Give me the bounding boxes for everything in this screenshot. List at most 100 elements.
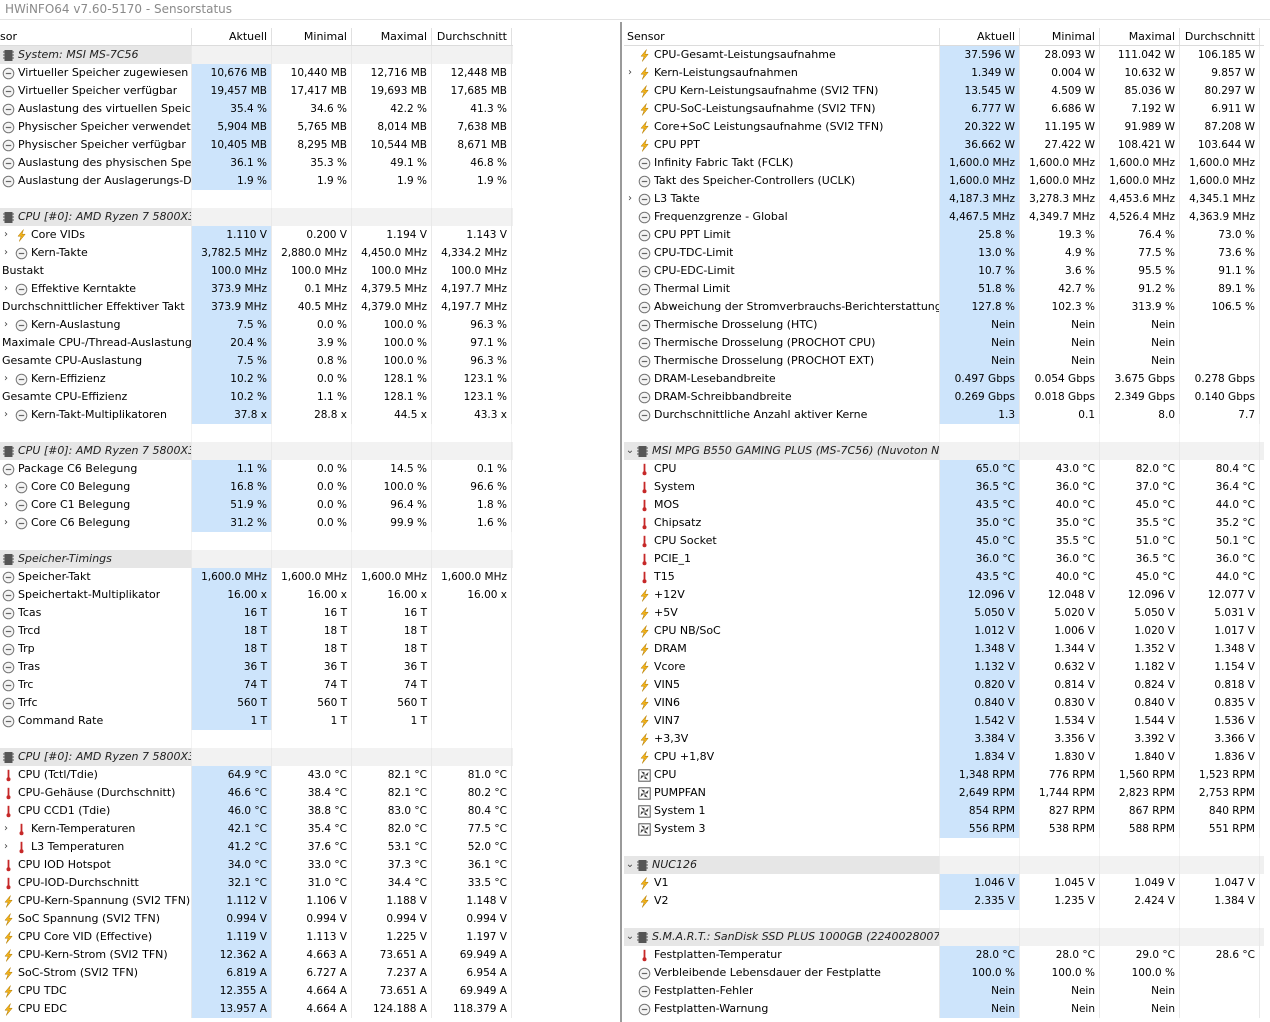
- chevron-down-icon[interactable]: ⌄: [624, 856, 636, 874]
- sensor-row[interactable]: Infinity Fabric Takt (FCLK) 1,600.0 MHz 1,…: [624, 154, 1264, 172]
- sensor-row[interactable]: Auslastung der Auslagerungs-Datei1.9 %1.…: [0, 172, 513, 190]
- sensor-row[interactable]: CPU (Tctl/Tdie) 64.9 °C 43.0 °C 82.1 °C 81.0…: [0, 766, 513, 784]
- sensor-row[interactable]: CPU TDC 12.355 A 4.664 A 73.651 A 69.949 A: [0, 982, 513, 1000]
- sensor-row[interactable]: DRAM 1.348 V 1.344 V 1.352 V 1.348 V: [624, 640, 1264, 658]
- sensor-group-row[interactable]: CPU [#0]: AMD Ryzen 7 5800X3D: [0, 208, 513, 226]
- sensor-row[interactable]: CPU 65.0 °C 43.0 °C 82.0 °C 80.4 °C: [624, 460, 1264, 478]
- sensor-row[interactable]: Core+SoC Leistungsaufnahme (SVI2 TFN) 20.…: [624, 118, 1264, 136]
- sensor-row[interactable]: Frequenzgrenze - Global 4,467.5 MHz 4,349.…: [624, 208, 1264, 226]
- sensor-row[interactable]: Physischer Speicher verfügbar 10,405 MB 8,…: [0, 136, 513, 154]
- sensor-row[interactable]: › Core C1 Belegung 51.9 % 0.0 % 96.4 % 1.8 %: [0, 496, 513, 514]
- sensor-row[interactable]: CPU-Kern-Strom (SVI2 TFN) 12.362 A 4.663 A…: [0, 946, 513, 964]
- sensor-row[interactable]: › Effektive Kerntakte 373.9 MHz 0.1 MHz 4,37…: [0, 280, 513, 298]
- sensor-row[interactable]: Abweichung der Stromverbrauchs-Berichter…: [624, 298, 1264, 316]
- sensor-row[interactable]: Takt des Speicher-Controllers (UCLK) 1,60…: [624, 172, 1264, 190]
- sensor-group-row[interactable]: ⌄ MSI MPG B550 GAMING PLUS (MS-7C56) (Nuv…: [624, 442, 1264, 460]
- chevron-down-icon[interactable]: ⌄: [624, 928, 636, 946]
- sensor-row[interactable]: › Kern-Takt-Multiplikatoren 37.8 x 28.8 x 44…: [0, 406, 513, 424]
- sensor-row[interactable]: Virtueller Speicher zugewiesen 10,676 MB 1…: [0, 64, 513, 82]
- sensor-row[interactable]: CPU-Gesamt-Leistungsaufnahme 37.596 W 28.0…: [624, 46, 1264, 64]
- sensor-row[interactable]: › L3 Temperaturen 41.2 °C 37.6 °C 53.1 °C 52.…: [0, 838, 513, 856]
- sensor-row[interactable]: CPU PPT 36.662 W 27.422 W 108.421 W 103.644 …: [624, 136, 1264, 154]
- chevron-down-icon[interactable]: ⌄: [624, 442, 636, 460]
- sensor-row[interactable]: Command Rate 1 T1 T1 T: [0, 712, 513, 730]
- chevron-right-icon[interactable]: ›: [0, 514, 12, 532]
- sensor-table-right[interactable]: Sensor Aktuell Minimal Maximal Durchschn…: [624, 28, 1264, 1022]
- sensor-row[interactable]: CPU Kern-Leistungsaufnahme (SVI2 TFN) 13.…: [624, 82, 1264, 100]
- sensor-row[interactable]: › Kern-Takte 3,782.5 MHz 2,880.0 MHz 4,450.0…: [0, 244, 513, 262]
- sensor-row[interactable]: Trcd 18 T 18 T 18 T: [0, 622, 513, 640]
- sensor-row[interactable]: CPU PPT Limit 25.8 % 19.3 % 76.4 % 73.0 %: [624, 226, 1264, 244]
- sensor-row[interactable]: VIN7 1.542 V 1.534 V 1.544 V 1.536 V: [624, 712, 1264, 730]
- sensor-row[interactable]: CPU IOD Hotspot 34.0 °C 33.0 °C 37.3 °C 36.1…: [0, 856, 513, 874]
- sensor-row[interactable]: T15 43.5 °C 40.0 °C 45.0 °C 44.0 °C: [624, 568, 1264, 586]
- sensor-row[interactable]: Tras 36 T 36 T 36 T: [0, 658, 513, 676]
- col-header-average[interactable]: Durchschnitt: [1180, 28, 1260, 45]
- chevron-right-icon[interactable]: ›: [0, 316, 12, 334]
- pane-splitter[interactable]: [620, 22, 622, 1022]
- sensor-row[interactable]: Trp 18 T 18 T 18 T: [0, 640, 513, 658]
- sensor-row[interactable]: Speicher-Takt 1,600.0 MHz 1,600.0 MHz 1,600…: [0, 568, 513, 586]
- chevron-right-icon[interactable]: ›: [624, 190, 636, 208]
- sensor-row[interactable]: › Kern-Effizienz 10.2 % 0.0 % 128.1 % 123.1 %: [0, 370, 513, 388]
- sensor-row[interactable]: Thermal Limit 51.8 % 42.7 % 91.2 % 89.1 %: [624, 280, 1264, 298]
- sensor-row[interactable]: CPU 1,348 RPM 776 RPM 1,560 RPM 1,523 RPM: [624, 766, 1264, 784]
- sensor-row[interactable]: Durchschnittlicher Effektiver Takt 373.9 …: [0, 298, 513, 316]
- sensor-row[interactable]: DRAM-Lesebandbreite 0.497 Gbps 0.054 Gbps 3…: [624, 370, 1264, 388]
- sensor-row[interactable]: Thermische Drosselung (PROCHOT CPU) Nein N…: [624, 334, 1264, 352]
- sensor-row[interactable]: CPU-Kern-Spannung (SVI2 TFN) 1.112 V 1.106…: [0, 892, 513, 910]
- sensor-row[interactable]: Verbleibende Lebensdauer der Festplatte 1…: [624, 964, 1264, 982]
- sensor-row[interactable]: Bustakt 100.0 MHz 100.0 MHz 100.0 MHz 100.0 …: [0, 262, 513, 280]
- sensor-row[interactable]: › Kern-Leistungsaufnahmen 1.349 W 0.004 W 10…: [624, 64, 1264, 82]
- sensor-group-row[interactable]: CPU [#0]: AMD Ryzen 7 5800X3...: [0, 748, 513, 766]
- col-header-sensor[interactable]: Sensor: [624, 28, 940, 45]
- sensor-row[interactable]: Auslastung des virtuellen Speichers35.4 …: [0, 100, 513, 118]
- chevron-right-icon[interactable]: ›: [0, 226, 12, 244]
- sensor-row[interactable]: Tcas 16 T 16 T 16 T: [0, 604, 513, 622]
- chevron-right-icon[interactable]: ›: [0, 478, 12, 496]
- sensor-row[interactable]: Auslastung des physischen Speic...36.1 %…: [0, 154, 513, 172]
- sensor-row[interactable]: › Core VIDs 1.110 V 0.200 V 1.194 V 1.143 V: [0, 226, 513, 244]
- sensor-row[interactable]: +3,3V 3.384 V 3.356 V 3.392 V 3.366 V: [624, 730, 1264, 748]
- sensor-row[interactable]: Maximale CPU-/Thread-Auslastung 20.4 % 3.9…: [0, 334, 513, 352]
- sensor-row[interactable]: Festplatten-Warnung Nein Nein Nein: [624, 1000, 1264, 1018]
- sensor-row[interactable]: V1 1.046 V 1.045 V 1.049 V 1.047 V: [624, 874, 1264, 892]
- sensor-row[interactable]: Gesamte CPU-Auslastung 7.5 % 0.8 % 100.0 % 9…: [0, 352, 513, 370]
- sensor-row[interactable]: Virtueller Speicher verfügbar 19,457 MB 17…: [0, 82, 513, 100]
- sensor-row[interactable]: Durchschnittliche Anzahl aktiver Kerne 1.…: [624, 406, 1264, 424]
- sensor-row[interactable]: +5V 5.050 V 5.020 V 5.050 V 5.031 V: [624, 604, 1264, 622]
- sensor-row[interactable]: › L3 Takte 4,187.3 MHz 3,278.3 MHz 4,453.6 M…: [624, 190, 1264, 208]
- sensor-row[interactable]: Package C6 Belegung 1.1 % 0.0 % 14.5 % 0.1 %: [0, 460, 513, 478]
- sensor-row[interactable]: PUMPFAN 2,649 RPM 1,744 RPM 2,823 RPM 2,753 …: [624, 784, 1264, 802]
- col-header-sensor[interactable]: sor: [0, 28, 192, 45]
- sensor-row[interactable]: Physischer Speicher verwendet 5,904 MB 5,7…: [0, 118, 513, 136]
- sensor-row[interactable]: Chipsatz 35.0 °C 35.0 °C 35.5 °C 35.2 °C: [624, 514, 1264, 532]
- chevron-right-icon[interactable]: ›: [0, 244, 12, 262]
- sensor-row[interactable]: CPU-EDC-Limit 10.7 % 3.6 % 95.5 % 91.1 %: [624, 262, 1264, 280]
- sensor-row[interactable]: › Kern-Temperaturen 42.1 °C 35.4 °C 82.0 °C 7…: [0, 820, 513, 838]
- sensor-row[interactable]: System 3 556 RPM 538 RPM 588 RPM 551 RPM: [624, 820, 1264, 838]
- chevron-right-icon[interactable]: ›: [0, 838, 12, 856]
- sensor-row[interactable]: CPU NB/SoC 1.012 V 1.006 V 1.020 V 1.017 V: [624, 622, 1264, 640]
- sensor-row[interactable]: Festplatten-Fehler Nein Nein Nein: [624, 982, 1264, 1000]
- sensor-group-row[interactable]: CPU [#0]: AMD Ryzen 7 5800X3...: [0, 442, 513, 460]
- sensor-row[interactable]: CPU Core VID (Effective) 1.119 V 1.113 V 1.…: [0, 928, 513, 946]
- sensor-row[interactable]: SoC-Strom (SVI2 TFN) 6.819 A 6.727 A 7.237 …: [0, 964, 513, 982]
- sensor-row[interactable]: Speichertakt-Multiplikator 16.00 x 16.00 x…: [0, 586, 513, 604]
- sensor-row[interactable]: MOS 43.5 °C 40.0 °C 45.0 °C 44.0 °C: [624, 496, 1264, 514]
- sensor-row[interactable]: CPU-TDC-Limit 13.0 % 4.9 % 77.5 % 73.6 %: [624, 244, 1264, 262]
- sensor-row[interactable]: VIN6 0.840 V 0.830 V 0.840 V 0.835 V: [624, 694, 1264, 712]
- sensor-table-left[interactable]: sor Aktuell Minimal Maximal Durchschnitt…: [0, 28, 513, 1022]
- sensor-row[interactable]: CPU Socket 45.0 °C 35.5 °C 51.0 °C 50.1 °C: [624, 532, 1264, 550]
- col-header-current[interactable]: Aktuell: [940, 28, 1020, 45]
- sensor-row[interactable]: VIN5 0.820 V 0.814 V 0.824 V 0.818 V: [624, 676, 1264, 694]
- col-header-current[interactable]: Aktuell: [192, 28, 272, 45]
- col-header-maximum[interactable]: Maximal: [352, 28, 432, 45]
- sensor-group-row[interactable]: Speicher-Timings: [0, 550, 513, 568]
- chevron-right-icon[interactable]: ›: [0, 496, 12, 514]
- sensor-group-row[interactable]: ⌄ S.M.A.R.T.: SanDisk SSD PLUS 1000GB (22…: [624, 928, 1264, 946]
- sensor-row[interactable]: Festplatten-Temperatur 28.0 °C 28.0 °C 29.0…: [624, 946, 1264, 964]
- sensor-group-row[interactable]: ⌄ NUC126: [624, 856, 1264, 874]
- sensor-row[interactable]: PCIE_1 36.0 °C 36.0 °C 36.5 °C 36.0 °C: [624, 550, 1264, 568]
- chevron-right-icon[interactable]: ›: [0, 406, 12, 424]
